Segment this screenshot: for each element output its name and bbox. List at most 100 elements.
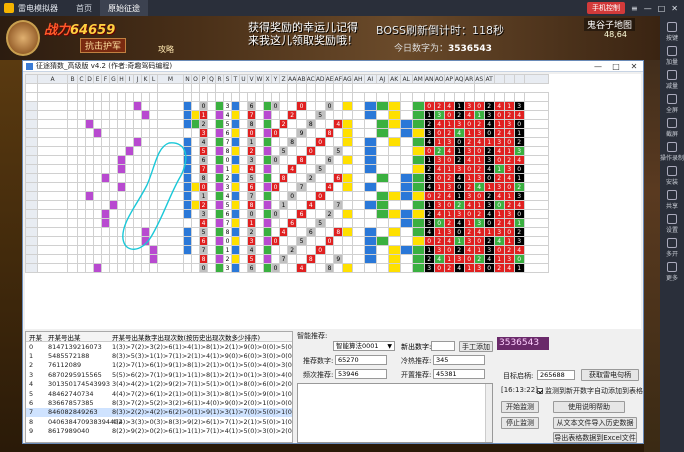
indicator-cell[interactable]: [263, 200, 272, 210]
indicator-cell[interactable]: [333, 164, 344, 174]
indicator-cell[interactable]: 3: [247, 236, 256, 246]
lucky-empty-cell[interactable]: [101, 128, 110, 138]
lucky-empty-cell[interactable]: [109, 119, 118, 129]
attack-link[interactable]: 攻略: [158, 44, 174, 55]
time-cell[interactable]: [37, 245, 68, 255]
indicator-cell[interactable]: 0: [199, 182, 208, 192]
lucky-empty-cell[interactable]: [149, 137, 158, 147]
tail-cell[interactable]: [523, 254, 549, 264]
indicator-cell[interactable]: [207, 227, 216, 237]
updown-cell[interactable]: [399, 155, 413, 165]
recent-count-cell[interactable]: 4: [443, 146, 455, 156]
lucky-empty-cell[interactable]: [109, 164, 118, 174]
column-header[interactable]: Y: [271, 74, 280, 84]
lucky-empty-cell[interactable]: [141, 155, 150, 165]
lucky-empty-cell[interactable]: [141, 119, 150, 129]
recent-count-cell[interactable]: 1: [493, 254, 505, 264]
recent-count-cell[interactable]: 4: [433, 164, 445, 174]
table-row[interactable]: 2582842413024130: [25, 119, 549, 129]
lucky-empty-cell[interactable]: [101, 155, 110, 165]
loop-cell[interactable]: [191, 209, 200, 219]
indicator-cell[interactable]: [215, 128, 224, 138]
indicator-cell[interactable]: 8: [223, 227, 232, 237]
lucky-empty-cell[interactable]: [141, 101, 150, 111]
lucky-empty-cell[interactable]: [85, 164, 94, 174]
indicator-cell[interactable]: [279, 209, 288, 219]
recent-count-cell[interactable]: 2: [463, 227, 475, 237]
upper-cell[interactable]: [375, 227, 389, 237]
table-row[interactable]: 8258263024130241: [25, 173, 549, 183]
lucky-empty-cell[interactable]: [133, 263, 142, 273]
upper-cell[interactable]: [375, 110, 389, 120]
indicator-cell[interactable]: [215, 146, 224, 156]
column-header[interactable]: AJ: [375, 74, 389, 84]
sort-cell[interactable]: [183, 263, 192, 273]
recent-count-cell[interactable]: 4: [493, 236, 505, 246]
lucky-empty-cell[interactable]: [117, 128, 126, 138]
edge-cell[interactable]: [387, 101, 401, 111]
indicator-cell[interactable]: [305, 245, 316, 255]
lucky-empty-cell[interactable]: [109, 209, 118, 219]
indicator-cell[interactable]: 5: [314, 164, 326, 174]
open-cell[interactable]: [67, 263, 78, 273]
header-blank[interactable]: [523, 92, 549, 102]
sort-cell[interactable]: [183, 218, 192, 228]
indicator-cell[interactable]: [324, 119, 335, 129]
indicator-cell[interactable]: [305, 101, 316, 111]
indicator-cell[interactable]: [231, 128, 240, 138]
lucky-empty-cell[interactable]: [117, 263, 126, 273]
indicator-cell[interactable]: 2: [279, 119, 288, 129]
upper-cell[interactable]: [375, 236, 389, 246]
lucky-digit-cell[interactable]: [133, 101, 142, 111]
header-digit[interactable]: [109, 92, 118, 102]
updown-cell[interactable]: [399, 146, 413, 156]
recent-count-cell[interactable]: 4: [453, 173, 465, 183]
lucky-empty-cell[interactable]: [77, 263, 86, 273]
header-blank[interactable]: [324, 92, 335, 102]
recent-count-cell[interactable]: 3: [503, 164, 515, 174]
recent-count-cell[interactable]: 3: [423, 173, 435, 183]
indicator-cell[interactable]: 7: [333, 200, 344, 210]
open-cell[interactable]: [67, 200, 78, 210]
column-header[interactable]: AK: [387, 74, 401, 84]
indicator-cell[interactable]: 3: [247, 155, 256, 165]
time-cell[interactable]: [37, 101, 68, 111]
lucky-empty-cell[interactable]: [109, 182, 118, 192]
header-blank[interactable]: [223, 92, 232, 102]
edge-cell[interactable]: [387, 218, 401, 228]
table-row[interactable]: 6030500241302413: [25, 236, 549, 246]
indicator-cell[interactable]: [207, 128, 216, 138]
lucky-digit-cell[interactable]: [125, 146, 134, 156]
indicator-cell[interactable]: 7: [223, 218, 232, 228]
row-number[interactable]: [25, 218, 38, 228]
indicator-cell[interactable]: [255, 236, 264, 246]
recent-count-cell[interactable]: 4: [483, 254, 495, 264]
indicator-cell[interactable]: [271, 164, 280, 174]
header-upper[interactable]: [314, 83, 326, 93]
recent-count-cell[interactable]: 0: [493, 245, 505, 255]
recent-count-cell[interactable]: 1: [493, 119, 505, 129]
edge-cell[interactable]: [387, 155, 401, 165]
recent-count-cell[interactable]: 0: [513, 209, 525, 219]
table-row[interactable]: 8257892413024130: [25, 254, 549, 264]
indicator-cell[interactable]: 3: [199, 209, 208, 219]
time-cell[interactable]: [37, 227, 68, 237]
indicator-cell[interactable]: [231, 137, 240, 147]
column-header[interactable]: AS: [473, 74, 485, 84]
indicator-cell[interactable]: [215, 200, 224, 210]
header-blank[interactable]: [411, 92, 425, 102]
list-item[interactable]: 7 846082849263 8(3)>2(2)>4(2)>6(2)>0(1)>9(…: [26, 407, 292, 418]
lucky-digit-cell[interactable]: [93, 263, 102, 273]
time-cell[interactable]: [37, 263, 68, 273]
recent-count-cell[interactable]: 4: [503, 128, 515, 138]
indicator-cell[interactable]: 6: [223, 209, 232, 219]
table-row[interactable]: 3600983024130241: [25, 128, 549, 138]
time-cell[interactable]: [37, 155, 68, 165]
table-row[interactable]: 2581471302413024: [25, 200, 549, 210]
row-number[interactable]: [25, 209, 38, 219]
freq-field[interactable]: 53946: [335, 369, 387, 379]
recent-count-cell[interactable]: 2: [513, 137, 525, 147]
recent-count-cell[interactable]: 2: [513, 227, 525, 237]
indicator-cell[interactable]: 5: [199, 146, 208, 156]
recent-count-cell[interactable]: 1: [433, 182, 445, 192]
